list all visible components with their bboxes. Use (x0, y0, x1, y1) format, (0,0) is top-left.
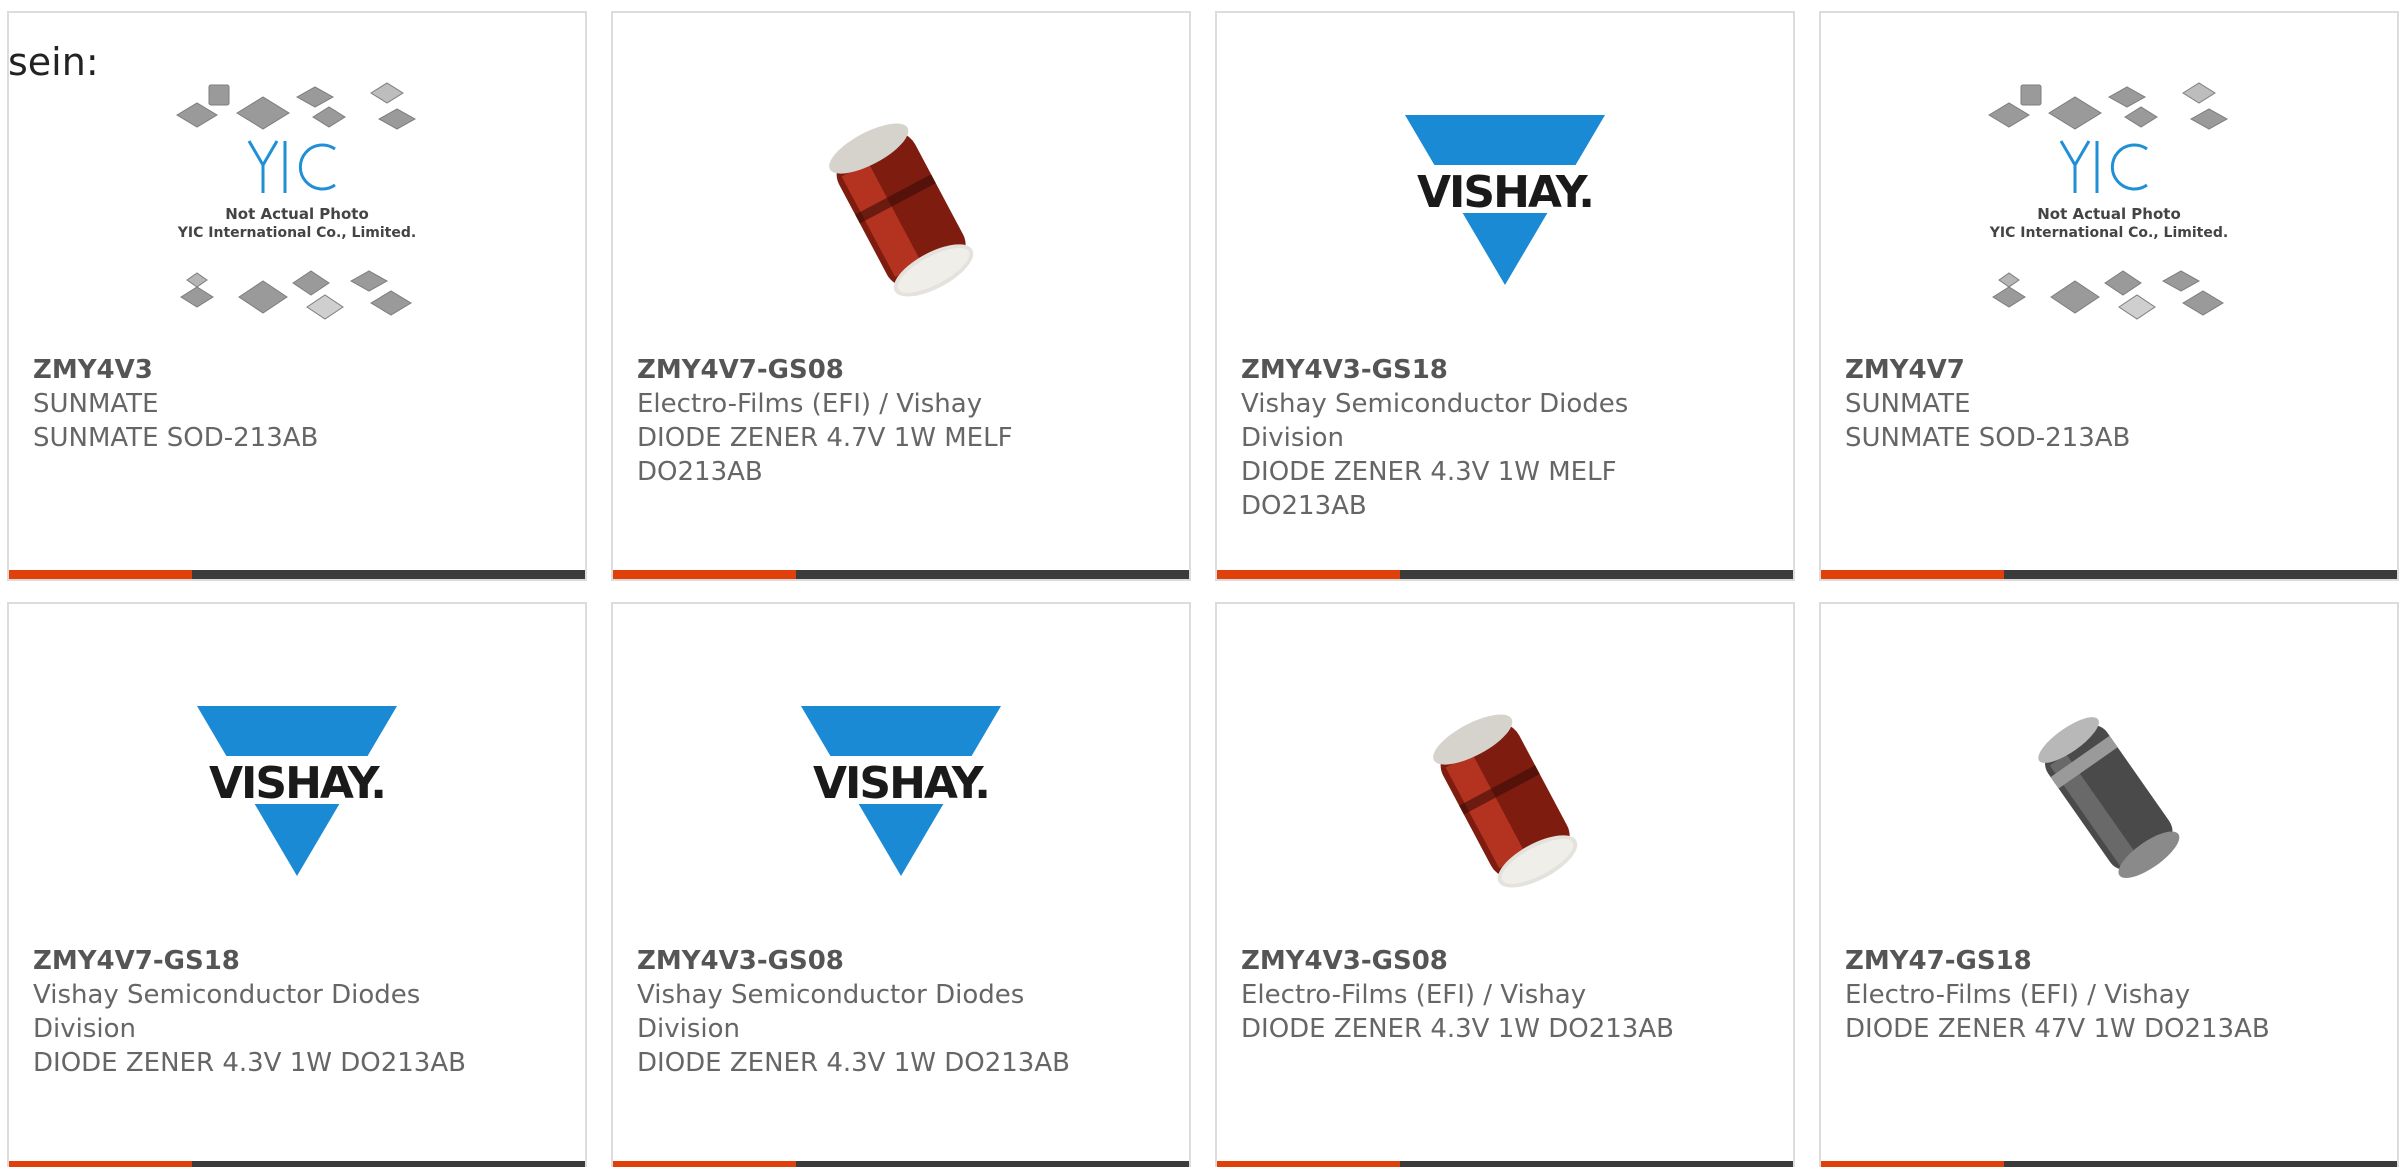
card-bottom-bar (1821, 1161, 2397, 1167)
section-heading: sein: (8, 40, 99, 84)
manufacturer-name: SUNMATE (1845, 389, 1971, 419)
vishay-logo-image: VISHAY. (193, 706, 401, 876)
part-number-link[interactable]: ZMY4V7-GS08 (637, 353, 1077, 387)
product-description: DIODE ZENER 4.3V 1W DO213AB (637, 1048, 1070, 1078)
vishay-logo-image: VISHAY. (1401, 115, 1609, 285)
product-description: DIODE ZENER 4.3V 1W DO213AB (33, 1048, 466, 1078)
product-card[interactable]: ZMY4V7-GS08 Electro-Films (EFI) / Vishay D… (611, 11, 1191, 581)
part-number-link[interactable]: ZMY4V3-GS08 (1241, 944, 1681, 978)
product-card[interactable]: VISHAY. ZMY4V7-GS18 Vishay Semiconductor … (7, 602, 587, 1167)
manufacturer-name: SUNMATE (33, 389, 159, 419)
card-bottom-bar (613, 1161, 1189, 1167)
product-info: ZMY4V3-GS08 Electro-Films (EFI) / Vishay D… (1241, 944, 1681, 1046)
card-bottom-bar (1821, 570, 2397, 579)
product-info: ZMY47-GS18 Electro-Films (EFI) / Vishay DI… (1845, 944, 2285, 1046)
red-melf-diode-image (829, 123, 974, 297)
card-accent-bar (1821, 570, 2004, 579)
product-card[interactable]: ZMY47-GS18 Electro-Films (EFI) / Vishay DI… (1819, 602, 2399, 1167)
part-number-link[interactable]: ZMY4V3-GS18 (1241, 353, 1681, 387)
product-description: DIODE ZENER 4.3V 1W DO213AB (1241, 1014, 1674, 1044)
vishay-logo-image: VISHAY. (797, 706, 1005, 876)
part-number-link[interactable]: ZMY4V7-GS18 (33, 944, 473, 978)
product-description: SUNMATE SOD-213AB (1845, 423, 2131, 453)
product-description: DIODE ZENER 47V 1W DO213AB (1845, 1014, 2270, 1044)
product-info: ZMY4V7-GS18 Vishay Semiconductor Diodes D… (33, 944, 473, 1080)
product-thumbnail[interactable] (1217, 646, 1793, 946)
yic-placeholder-image: Not Actual Photo YIC International Co., … (176, 82, 416, 320)
product-listing-page: sein: Not Actual Photo YIC International… (0, 0, 2400, 1167)
part-number-link[interactable]: ZMY4V3-GS08 (637, 944, 1077, 978)
black-melf-diode-image (2038, 717, 2180, 878)
product-card[interactable]: ZMY4V3-GS08 Electro-Films (EFI) / Vishay D… (1215, 602, 1795, 1167)
placeholder-caption-line1: Not Actual Photo (225, 205, 369, 223)
product-thumbnail[interactable]: VISHAY. (1217, 55, 1793, 355)
product-thumbnail[interactable] (1821, 646, 2397, 946)
manufacturer-name: Vishay Semiconductor Diodes Division (637, 980, 1025, 1044)
card-accent-bar (9, 570, 192, 579)
card-accent-bar (9, 1161, 192, 1167)
manufacturer-name: Electro-Films (EFI) / Vishay (637, 389, 983, 419)
product-description: DIODE ZENER 4.3V 1W MELF DO213AB (1241, 457, 1617, 521)
card-bottom-bar (1217, 1161, 1793, 1167)
product-info: ZMY4V7 SUNMATE SUNMATE SOD-213AB (1845, 353, 2285, 455)
part-number-link[interactable]: ZMY4V7 (1845, 353, 2285, 387)
card-accent-bar (1217, 1161, 1400, 1167)
red-melf-diode-image (1433, 714, 1578, 888)
product-grid: Not Actual Photo YIC International Co., … (7, 11, 2399, 1167)
vishay-logo-text: VISHAY. (1417, 167, 1593, 218)
product-info: ZMY4V7-GS08 Electro-Films (EFI) / Vishay D… (637, 353, 1077, 489)
product-card[interactable]: Not Actual Photo YIC International Co., … (1819, 11, 2399, 581)
product-description: DIODE ZENER 4.7V 1W MELF DO213AB (637, 423, 1013, 487)
product-thumbnail[interactable] (613, 55, 1189, 355)
card-accent-bar (1821, 1161, 2004, 1167)
card-bottom-bar (613, 570, 1189, 579)
placeholder-caption-line2: YIC International Co., Limited. (177, 225, 416, 241)
product-info: ZMY4V3 SUNMATE SUNMATE SOD-213AB (33, 353, 473, 455)
product-thumbnail[interactable]: VISHAY. (613, 646, 1189, 946)
product-thumbnail[interactable]: Not Actual Photo YIC International Co., … (9, 55, 585, 355)
placeholder-caption-line1: Not Actual Photo (2037, 205, 2181, 223)
vishay-logo-text: VISHAY. (209, 758, 385, 809)
card-bottom-bar (9, 1161, 585, 1167)
product-thumbnail[interactable]: VISHAY. (9, 646, 585, 946)
manufacturer-name: Electro-Films (EFI) / Vishay (1845, 980, 2191, 1010)
card-bottom-bar (9, 570, 585, 579)
placeholder-caption-line2: YIC International Co., Limited. (1989, 225, 2228, 241)
card-bottom-bar (1217, 570, 1793, 579)
vishay-logo-text: VISHAY. (813, 758, 989, 809)
card-accent-bar (613, 570, 796, 579)
product-card[interactable]: Not Actual Photo YIC International Co., … (7, 11, 587, 581)
part-number-link[interactable]: ZMY4V3 (33, 353, 473, 387)
product-card[interactable]: VISHAY. ZMY4V3-GS18 Vishay Semiconductor … (1215, 11, 1795, 581)
card-accent-bar (613, 1161, 796, 1167)
yic-placeholder-image: Not Actual Photo YIC International Co., … (1988, 82, 2228, 320)
manufacturer-name: Electro-Films (EFI) / Vishay (1241, 980, 1587, 1010)
part-number-link[interactable]: ZMY47-GS18 (1845, 944, 2285, 978)
product-description: SUNMATE SOD-213AB (33, 423, 319, 453)
product-info: ZMY4V3-GS18 Vishay Semiconductor Diodes D… (1241, 353, 1681, 523)
manufacturer-name: Vishay Semiconductor Diodes Division (33, 980, 421, 1044)
product-thumbnail[interactable]: Not Actual Photo YIC International Co., … (1821, 55, 2397, 355)
card-accent-bar (1217, 570, 1400, 579)
product-info: ZMY4V3-GS08 Vishay Semiconductor Diodes D… (637, 944, 1077, 1080)
product-card[interactable]: VISHAY. ZMY4V3-GS08 Vishay Semiconductor … (611, 602, 1191, 1167)
manufacturer-name: Vishay Semiconductor Diodes Division (1241, 389, 1629, 453)
